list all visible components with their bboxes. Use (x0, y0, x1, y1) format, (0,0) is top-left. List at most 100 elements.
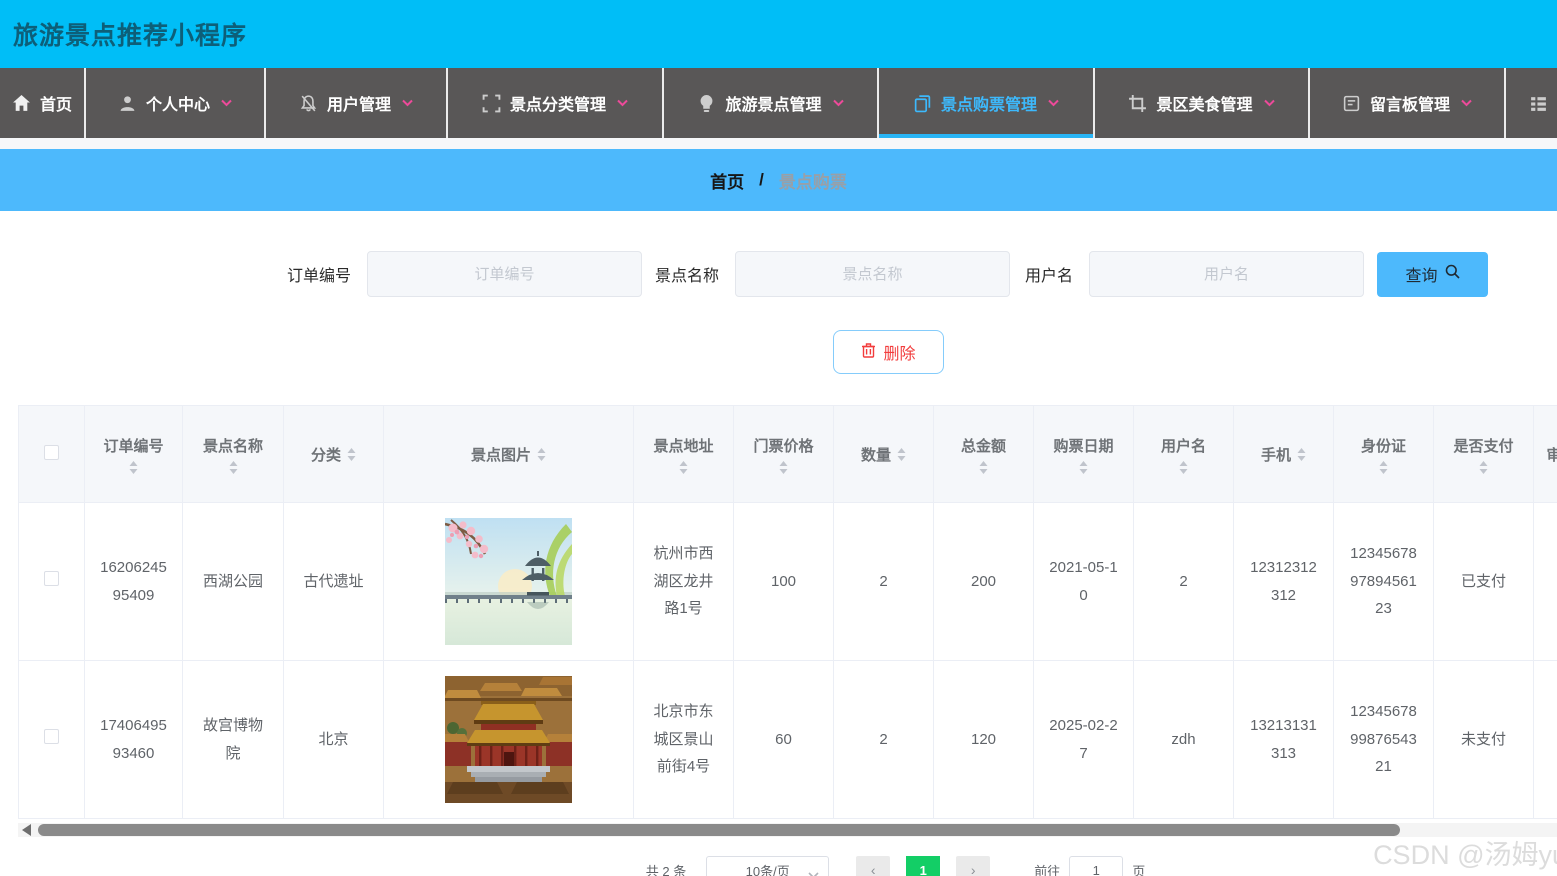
price-cell: 60 (733, 660, 834, 819)
delete-button-label: 删除 (883, 346, 916, 363)
audit-cell (1533, 502, 1557, 661)
nav-item-partial[interactable] (1506, 68, 1557, 138)
col-label: 是否支付 (1453, 437, 1514, 455)
scroll-left-arrow[interactable] (22, 824, 31, 836)
goto-page-input[interactable] (1069, 856, 1124, 876)
sort-caret-icon[interactable] (1479, 460, 1488, 474)
table-row: 1740649593460 故宫博物院 北京 北京市东城区景山前街4号 60 2… (18, 660, 1557, 819)
username-input[interactable] (1089, 251, 1365, 297)
sort-caret-icon[interactable] (229, 460, 238, 474)
nav-label: 景点分类管理 (509, 97, 606, 114)
chevron-down-icon (402, 99, 413, 107)
orders-table: 订单编号 景点名称 分类 景点图片 景点地址 门票价格 数量 总金额 购票日期 … (18, 405, 1557, 819)
col-label: 景点名称 (202, 437, 263, 455)
sort-caret-icon[interactable] (347, 447, 356, 461)
crop-icon (1128, 94, 1147, 113)
sort-caret-icon[interactable] (1179, 460, 1188, 474)
chevron-down-icon (808, 867, 819, 876)
col-paid: 是否支付 (1433, 405, 1534, 503)
breadcrumb: 首页 / 景点购票 (0, 149, 1557, 211)
col-label: 景点图片 (470, 446, 531, 464)
col-total: 总金额 (933, 405, 1034, 503)
total-count: 共 2 条 (645, 863, 687, 876)
nav-item-messages[interactable]: 留言板管理 (1310, 68, 1506, 138)
search-button[interactable]: 查询 (1377, 251, 1489, 297)
col-label: 审核 (1546, 446, 1557, 464)
col-label: 总金额 (960, 437, 1006, 455)
prev-page-button[interactable]: ‹ (856, 856, 891, 876)
total-cell: 200 (933, 502, 1034, 661)
sort-caret-icon[interactable] (897, 447, 906, 461)
sort-caret-icon[interactable] (1079, 460, 1088, 474)
row-select-cell (18, 660, 85, 819)
phone-cell: 13213131313 (1233, 660, 1334, 819)
list-icon (1529, 94, 1548, 113)
chevron-down-icon (1263, 99, 1275, 107)
sort-caret-icon[interactable] (679, 460, 688, 474)
scrollbar-thumb[interactable] (38, 824, 1400, 836)
username-label: 用户名 (1025, 268, 1074, 285)
col-label: 分类 (310, 446, 341, 464)
order-no-cell: 1620624595409 (84, 502, 183, 661)
sort-caret-icon[interactable] (779, 460, 788, 474)
sort-caret-icon[interactable] (537, 447, 546, 461)
spot-name-input[interactable] (735, 251, 1011, 297)
row-checkbox[interactable] (44, 570, 59, 586)
breadcrumb-home[interactable]: 首页 (710, 168, 744, 193)
table-row: 1620624595409 西湖公园 古代遗址 杭州市西湖区龙井路1号 100 … (18, 502, 1557, 661)
csdn-watermark: CSDN @汤姆yu (1373, 840, 1557, 870)
col-label: 购票日期 (1053, 437, 1114, 455)
col-phone: 手机 (1233, 405, 1334, 503)
sort-caret-icon[interactable] (979, 460, 988, 474)
col-audit: 审核 (1533, 405, 1557, 503)
username-cell: zdh (1133, 660, 1234, 819)
page-title: 旅游景点推荐小程序 (13, 22, 248, 50)
col-price: 门票价格 (733, 405, 834, 503)
nav-item-spots[interactable]: 旅游景点管理 (664, 68, 879, 138)
delete-button[interactable]: 删除 (833, 330, 944, 374)
quantity-cell: 2 (833, 660, 934, 819)
nav-label: 景区美食管理 (1156, 97, 1253, 114)
order-no-input[interactable] (367, 251, 643, 297)
col-image: 景点图片 (383, 405, 634, 503)
category-cell: 北京 (283, 660, 384, 819)
date-cell: 2021-05-10 (1033, 502, 1134, 661)
col-username: 用户名 (1133, 405, 1234, 503)
nav-item-category[interactable]: 景点分类管理 (448, 68, 664, 138)
sort-caret-icon[interactable] (1379, 460, 1388, 474)
order-no-label: 订单编号 (287, 268, 352, 285)
nav-item-users[interactable]: 用户管理 (266, 68, 448, 138)
col-label: 身份证 (1360, 437, 1406, 455)
current-page-button[interactable]: 1 (906, 856, 941, 876)
nav-label: 首页 (39, 97, 72, 114)
next-page-button[interactable]: › (956, 856, 991, 876)
col-label: 门票价格 (753, 437, 814, 455)
page-size-select[interactable]: 10条/页 (706, 856, 830, 876)
nav-label: 用户管理 (326, 97, 391, 114)
trash-icon (861, 342, 876, 363)
image-cell (383, 660, 634, 819)
quantity-cell: 2 (833, 502, 934, 661)
sort-caret-icon[interactable] (129, 460, 138, 474)
orders-table-wrap: 订单编号 景点名称 分类 景点图片 景点地址 门票价格 数量 总金额 购票日期 … (18, 405, 1557, 819)
west-lake-photo (445, 518, 572, 645)
category-cell: 古代遗址 (283, 502, 384, 661)
address-cell: 杭州市西湖区龙井路1号 (633, 502, 734, 661)
sort-caret-icon[interactable] (1297, 447, 1306, 461)
select-all-checkbox[interactable] (44, 444, 59, 460)
nav-item-home[interactable]: 首页 (0, 68, 86, 138)
active-tab-underline (879, 134, 1093, 138)
row-select-cell (18, 502, 85, 661)
order-no-cell: 1740649593460 (84, 660, 183, 819)
goto-unit: 页 (1132, 863, 1146, 876)
spot-name-cell: 故宫博物院 (182, 660, 284, 819)
nav-label: 个人中心 (145, 97, 210, 114)
col-order-no: 订单编号 (84, 405, 183, 503)
row-checkbox[interactable] (44, 728, 59, 744)
nav-item-profile[interactable]: 个人中心 (86, 68, 266, 138)
nav-label: 景点购票管理 (940, 97, 1037, 114)
nav-item-food[interactable]: 景区美食管理 (1095, 68, 1310, 138)
filter-row: 订单编号 景点名称 用户名 查询 (287, 250, 1557, 298)
user-icon (118, 94, 137, 113)
nav-item-tickets[interactable]: 景点购票管理 (879, 68, 1095, 138)
